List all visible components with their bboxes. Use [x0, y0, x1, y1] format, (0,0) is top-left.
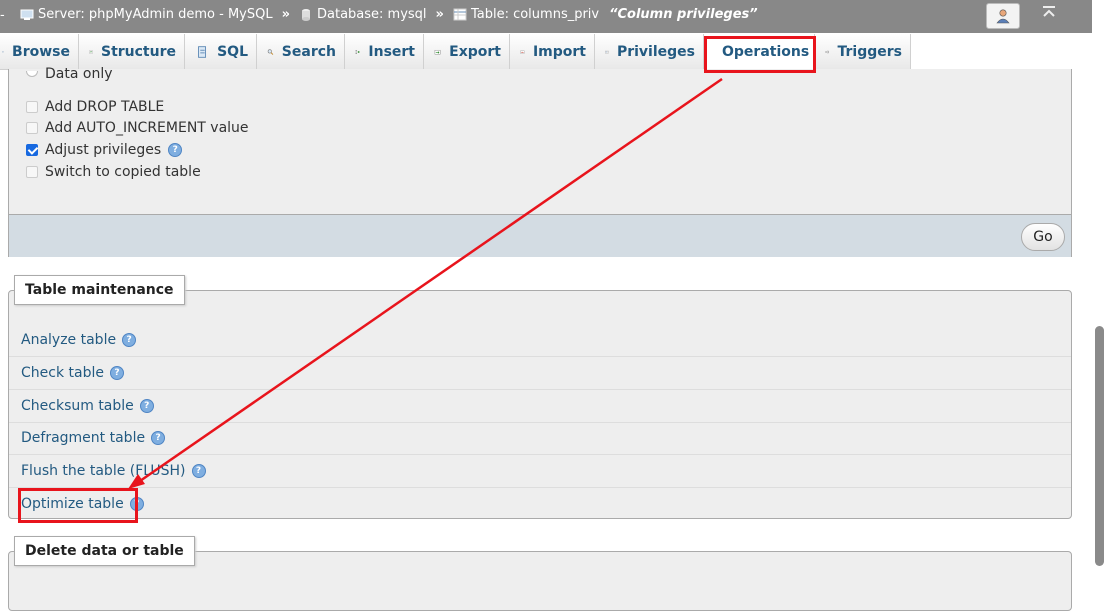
- chevron-up-bar-icon: [1043, 6, 1055, 17]
- breadcrumb-table[interactable]: Table: columns_priv: [453, 7, 599, 22]
- copy-table-fieldset: Data only Add DROP TABLE Add AUTO_INCREM…: [8, 66, 1072, 257]
- search-icon: [267, 48, 274, 55]
- help-icon[interactable]: ?: [191, 464, 206, 478]
- tab-label: Insert: [368, 43, 415, 60]
- data-only-radio[interactable]: [26, 71, 38, 77]
- tab-label: SQL: [217, 43, 248, 60]
- insert-icon: [355, 49, 360, 54]
- breadcrumb-separator: »: [281, 7, 290, 22]
- go-button[interactable]: Go: [1021, 223, 1065, 251]
- add-auto-increment-checkbox[interactable]: [26, 122, 38, 134]
- table-maintenance-fieldset: Analyze table ? Check table ? Checksum t…: [8, 290, 1072, 519]
- help-icon[interactable]: ?: [139, 399, 154, 413]
- add-drop-table-checkbox[interactable]: [26, 101, 38, 113]
- analyze-table-link[interactable]: Analyze table: [21, 332, 116, 348]
- switch-to-copied-checkbox[interactable]: [26, 166, 38, 178]
- help-icon[interactable]: ?: [151, 431, 166, 445]
- add-auto-increment-label: Add AUTO_INCREMENT value: [45, 120, 249, 136]
- user-icon: [996, 9, 1010, 24]
- dash-glyph: -: [0, 8, 5, 23]
- server-icon: [20, 9, 34, 20]
- maintenance-item-optimize: Optimize table ?: [9, 487, 1071, 520]
- table-maintenance-legend: Table maintenance: [14, 275, 185, 305]
- privileges-icon: [605, 50, 609, 53]
- delete-data-legend: Delete data or table: [14, 536, 195, 566]
- tab-privileges[interactable]: Privileges: [595, 34, 704, 69]
- help-icon[interactable]: ?: [122, 333, 137, 347]
- structure-icon: [89, 49, 93, 54]
- tab-structure[interactable]: Structure: [79, 34, 185, 69]
- checksum-table-link[interactable]: Checksum table: [21, 398, 134, 414]
- flush-table-link[interactable]: Flush the table (FLUSH): [21, 463, 186, 479]
- breadcrumb-server-label: Server: phpMyAdmin demo - MySQL: [38, 7, 273, 22]
- breadcrumb-database[interactable]: Database: mysql: [299, 7, 427, 22]
- table-icon: [453, 8, 467, 21]
- add-auto-increment-option[interactable]: Add AUTO_INCREMENT value: [26, 120, 249, 136]
- top-breadcrumb-bar: - Server: phpMyAdmin demo - MySQL » Data…: [0, 0, 1092, 33]
- scrollbar-thumb[interactable]: [1095, 326, 1104, 566]
- browse-icon: [2, 50, 4, 53]
- add-drop-table-option[interactable]: Add DROP TABLE: [26, 99, 164, 115]
- adjust-privileges-label: Adjust privileges: [45, 142, 162, 158]
- copy-table-footer: Go: [9, 214, 1071, 257]
- help-icon[interactable]: ?: [109, 366, 124, 380]
- add-drop-table-label: Add DROP TABLE: [45, 99, 165, 115]
- help-icon[interactable]: ?: [168, 143, 183, 157]
- database-icon: [302, 9, 310, 21]
- maintenance-item-defragment: Defragment table ?: [9, 422, 1071, 455]
- breadcrumb-database-label: Database: mysql: [317, 7, 427, 22]
- maintenance-item-flush: Flush the table (FLUSH) ?: [9, 455, 1071, 488]
- tab-sql[interactable]: SQL: [185, 34, 257, 69]
- optimize-highlight-box: [18, 488, 138, 523]
- tab-label: Privileges: [616, 43, 695, 60]
- collapse-top-icon[interactable]: [1042, 5, 1056, 23]
- tab-label: Export: [449, 43, 501, 60]
- adjust-privileges-option[interactable]: Adjust privileges ?: [26, 142, 183, 158]
- triggers-icon: [825, 49, 829, 54]
- switch-to-copied-option[interactable]: Switch to copied table: [26, 164, 201, 180]
- tab-import[interactable]: Import: [510, 34, 595, 69]
- sql-icon: [198, 45, 207, 58]
- adjust-privileges-checkbox[interactable]: [26, 144, 38, 156]
- tab-export[interactable]: Export: [424, 34, 510, 69]
- defragment-table-link[interactable]: Defragment table: [21, 430, 145, 446]
- tab-search[interactable]: Search: [257, 34, 345, 69]
- maintenance-item-analyze: Analyze table ?: [9, 324, 1071, 357]
- data-only-option[interactable]: Data only: [26, 66, 113, 82]
- breadcrumb-table-label: Table: columns_priv: [470, 7, 600, 22]
- tab-label: Browse: [12, 43, 70, 60]
- maintenance-item-checksum: Checksum table ?: [9, 390, 1071, 423]
- breadcrumb-server[interactable]: Server: phpMyAdmin demo - MySQL: [20, 7, 273, 22]
- tab-label: Search: [281, 43, 336, 60]
- tab-insert[interactable]: Insert: [345, 34, 424, 69]
- user-account-button[interactable]: [986, 3, 1020, 29]
- export-icon: [434, 49, 441, 54]
- operations-highlight-box: [704, 36, 816, 73]
- switch-to-copied-label: Switch to copied table: [45, 164, 201, 180]
- tab-browse[interactable]: Browse: [0, 34, 79, 69]
- tab-triggers[interactable]: Triggers: [815, 34, 911, 69]
- check-table-link[interactable]: Check table: [21, 365, 104, 381]
- tab-label: Triggers: [837, 43, 903, 60]
- tab-label: Structure: [100, 43, 176, 60]
- table-comment: “Column privileges”: [609, 7, 758, 22]
- breadcrumb: Server: phpMyAdmin demo - MySQL » Databa…: [20, 7, 758, 22]
- import-icon: [520, 50, 525, 54]
- tab-label: Import: [532, 43, 586, 60]
- data-only-label: Data only: [45, 66, 113, 82]
- breadcrumb-separator: »: [435, 7, 444, 22]
- maintenance-item-check: Check table ?: [9, 357, 1071, 390]
